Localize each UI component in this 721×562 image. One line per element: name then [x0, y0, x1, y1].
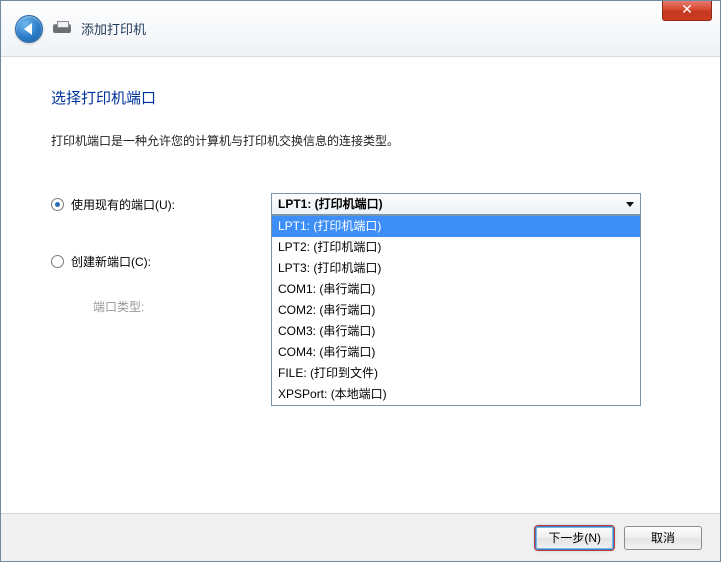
port-option[interactable]: LPT1: (打印机端口)	[272, 216, 640, 237]
port-dropdown-value: LPT1: (打印机端口)	[278, 197, 383, 211]
header-title: 添加打印机	[81, 19, 146, 38]
page-heading: 选择打印机端口	[51, 87, 670, 108]
header-bar: 添加打印机	[1, 1, 720, 57]
use-existing-port-row: 使用现有的端口(U): LPT1: (打印机端口) LPT1: (打印机端口)L…	[51, 193, 670, 215]
port-option[interactable]: COM4: (串行端口)	[272, 342, 640, 363]
footer-bar: 下一步(N) 取消	[1, 513, 720, 561]
cancel-button[interactable]: 取消	[624, 526, 702, 550]
use-existing-radio[interactable]	[51, 198, 64, 211]
page-description: 打印机端口是一种允许您的计算机与打印机交换信息的连接类型。	[51, 132, 670, 149]
content-area: 选择打印机端口 打印机端口是一种允许您的计算机与打印机交换信息的连接类型。 使用…	[1, 57, 720, 315]
chevron-down-icon	[626, 202, 634, 207]
port-option[interactable]: XPSPort: (本地端口)	[272, 384, 640, 405]
create-new-label: 创建新端口(C):	[71, 253, 151, 270]
use-existing-label: 使用现有的端口(U):	[71, 196, 175, 213]
port-dropdown-wrap: LPT1: (打印机端口) LPT1: (打印机端口)LPT2: (打印机端口)…	[271, 193, 641, 215]
port-option[interactable]: FILE: (打印到文件)	[272, 363, 640, 384]
create-new-radio-group[interactable]: 创建新端口(C):	[51, 253, 271, 270]
dialog-window: ✕ 添加打印机 选择打印机端口 打印机端口是一种允许您的计算机与打印机交换信息的…	[0, 0, 721, 562]
close-icon: ✕	[681, 1, 693, 17]
port-dropdown[interactable]: LPT1: (打印机端口)	[271, 193, 641, 215]
port-option[interactable]: COM2: (串行端口)	[272, 300, 640, 321]
port-option[interactable]: COM1: (串行端口)	[272, 279, 640, 300]
port-dropdown-list: LPT1: (打印机端口)LPT2: (打印机端口)LPT3: (打印机端口)C…	[271, 215, 641, 406]
back-button[interactable]	[15, 15, 43, 43]
port-option[interactable]: COM3: (串行端口)	[272, 321, 640, 342]
close-button[interactable]: ✕	[662, 1, 712, 21]
create-new-radio[interactable]	[51, 255, 64, 268]
printer-icon	[53, 21, 71, 37]
port-option[interactable]: LPT3: (打印机端口)	[272, 258, 640, 279]
next-button[interactable]: 下一步(N)	[535, 526, 614, 550]
port-option[interactable]: LPT2: (打印机端口)	[272, 237, 640, 258]
use-existing-radio-group[interactable]: 使用现有的端口(U):	[51, 196, 271, 213]
